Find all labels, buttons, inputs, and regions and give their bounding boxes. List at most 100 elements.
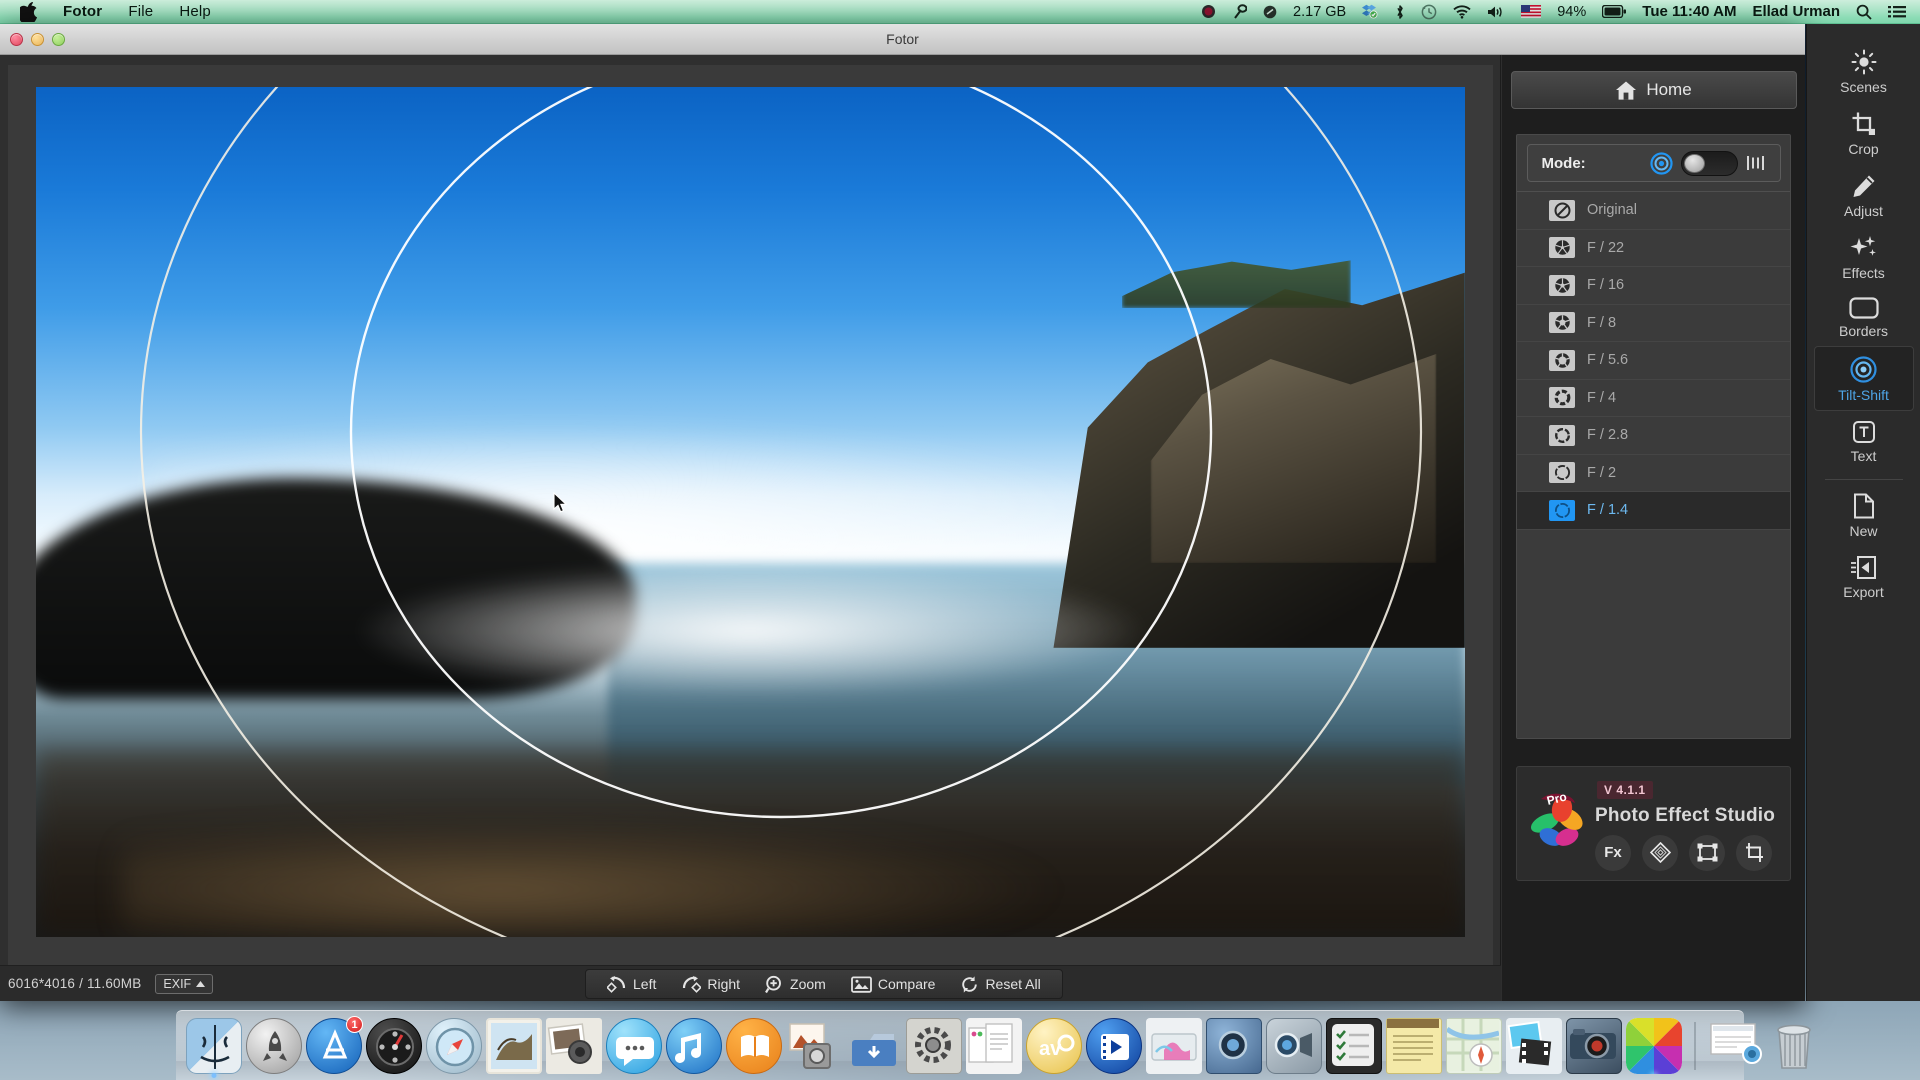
dock-item-pages[interactable]	[966, 1018, 1022, 1074]
rotate-left-button[interactable]: Left	[596, 972, 667, 996]
tool-tilt-shift[interactable]: Tilt-Shift	[1813, 346, 1914, 411]
time-machine-icon[interactable]	[1421, 4, 1437, 20]
mode-box: Mode:	[1526, 144, 1781, 182]
notification-center-icon[interactable]	[1888, 5, 1906, 19]
dock: 1 av	[176, 1010, 1811, 1080]
rotate-right-button[interactable]: Right	[670, 972, 751, 996]
window-titlebar[interactable]: Fotor	[0, 24, 1805, 55]
dock-item-photo-booth[interactable]	[1206, 1018, 1262, 1074]
tool-adjust[interactable]: Adjust	[1814, 164, 1914, 226]
export-icon	[1851, 556, 1876, 579]
dock-item-notes[interactable]	[1386, 1018, 1442, 1074]
tool-label: Crop	[1848, 141, 1879, 157]
tool-text[interactable]: Text	[1814, 411, 1914, 471]
record-dot-icon[interactable]	[1201, 4, 1216, 19]
aperture-row-f14[interactable]: F / 1.4	[1517, 492, 1790, 530]
aperture-list-filler	[1517, 529, 1790, 738]
caret-up-icon	[196, 980, 206, 987]
menu-bar: Fotor File Help 2.17 GB 94% Tue 11:40 AM…	[0, 0, 1920, 24]
sun-scenes-icon	[1851, 49, 1876, 75]
apple-icon[interactable]	[20, 1, 37, 22]
aperture-row-f28[interactable]: F / 2.8	[1517, 417, 1790, 455]
dock-item-system-preferences[interactable]	[906, 1018, 962, 1074]
aperture-row-original[interactable]: Original	[1517, 192, 1790, 230]
aperture-row-f56[interactable]: F / 5.6	[1517, 342, 1790, 380]
tool-borders[interactable]: Borders	[1814, 288, 1914, 346]
linear-tiltshift-icon[interactable]	[1746, 153, 1766, 173]
aperture-row-f22[interactable]: F / 22	[1517, 229, 1790, 267]
tool-effects[interactable]: Effects	[1814, 226, 1914, 288]
dropbox-icon[interactable]	[1362, 4, 1379, 19]
frame-button[interactable]	[1689, 834, 1725, 871]
aperture-row-f8[interactable]: F / 8	[1517, 304, 1790, 342]
dock-item-maps[interactable]	[1445, 1018, 1502, 1074]
user-name-label[interactable]: Ellad Urman	[1752, 3, 1840, 20]
dock-item-safari[interactable]	[426, 1018, 482, 1074]
reset-all-button[interactable]: Reset All	[949, 972, 1051, 997]
compare-label: Compare	[877, 976, 936, 992]
dock-item-dashboard[interactable]	[366, 1018, 422, 1074]
us-flag-icon[interactable]	[1521, 5, 1542, 18]
aperture-4-icon	[1549, 387, 1575, 409]
dock-running-indicator	[211, 1073, 217, 1078]
wifi-icon[interactable]	[1453, 4, 1471, 19]
dock-item-downloads-folder[interactable]	[846, 1018, 902, 1074]
mode-toggle-knob	[1683, 153, 1705, 173]
dock-item-keynote[interactable]	[1146, 1018, 1202, 1074]
home-button[interactable]: Home	[1510, 71, 1797, 109]
photo-effect-studio-promo[interactable]: Pro V 4.1.1 Photo Effect Studio Fx	[1516, 765, 1791, 881]
dock-item-video-player[interactable]	[1086, 1018, 1142, 1074]
aperture-row-f16[interactable]: F / 16	[1517, 267, 1790, 305]
dock-item-ibooks[interactable]	[726, 1018, 782, 1074]
border-icon	[1848, 297, 1879, 319]
dock-item-launchpad[interactable]	[246, 1018, 302, 1074]
dock-item-stacks-documents[interactable]	[1708, 1018, 1764, 1074]
tool-crop[interactable]: Crop	[1814, 102, 1914, 164]
window-title: Fotor	[886, 31, 919, 47]
magic-prefs-icon[interactable]	[1232, 3, 1248, 20]
photo-canvas[interactable]	[36, 87, 1465, 937]
aperture-row-f4[interactable]: F / 4	[1517, 379, 1790, 417]
search-icon[interactable]	[1856, 4, 1872, 20]
dock-item-iphoto[interactable]	[546, 1018, 602, 1074]
compare-button[interactable]: Compare	[840, 973, 947, 996]
aperture-label: F / 2.8	[1587, 427, 1629, 444]
dock-badge: 1	[346, 1016, 363, 1033]
tool-scenes[interactable]: Scenes	[1814, 40, 1914, 102]
zoom-button-toolbar[interactable]: Zoom	[754, 972, 837, 997]
dock-item-app-store[interactable]: 1	[306, 1016, 363, 1074]
menu-file[interactable]: File	[128, 3, 153, 20]
disk-icon[interactable]	[1263, 5, 1277, 19]
menu-help[interactable]: Help	[179, 3, 211, 20]
aperture-label: F / 4	[1587, 389, 1617, 406]
tool-new[interactable]: New	[1814, 484, 1914, 546]
circular-tiltshift-icon[interactable]	[1649, 151, 1673, 175]
tilt-shift-module-panel: Mode: Original F / 22 F / 16 F / 8 F / 5…	[1516, 134, 1791, 739]
battery-icon[interactable]	[1602, 5, 1627, 18]
volume-icon[interactable]	[1487, 5, 1505, 19]
menu-app-name[interactable]: Fotor	[63, 3, 102, 20]
tool-label: New	[1849, 523, 1878, 539]
crop-button-studio[interactable]	[1736, 834, 1772, 871]
dock-item-avc-converter[interactable]: av	[1026, 1018, 1082, 1074]
tool-export[interactable]: Export	[1814, 546, 1914, 607]
clock-label[interactable]: Tue 11:40 AM	[1642, 3, 1736, 20]
dock-item-itunes[interactable]	[666, 1018, 722, 1074]
bluetooth-icon[interactable]	[1395, 4, 1405, 20]
dock-item-facetime[interactable]	[1266, 1018, 1322, 1074]
dock-item-reminders[interactable]	[1326, 1018, 1382, 1074]
dock-item-preview[interactable]	[786, 1018, 842, 1074]
aperture-row-f2[interactable]: F / 2	[1517, 454, 1790, 492]
dock-item-mail[interactable]	[486, 1018, 542, 1074]
exif-button[interactable]: EXIF	[155, 973, 214, 994]
dock-item-finder[interactable]	[186, 1018, 242, 1078]
dock-item-fotor[interactable]	[1626, 1018, 1682, 1074]
texture-button[interactable]	[1642, 834, 1678, 871]
dock-item-imovie[interactable]	[1506, 1018, 1562, 1074]
dock-item-messages[interactable]	[606, 1018, 662, 1074]
fx-button[interactable]: Fx	[1595, 834, 1631, 871]
mode-bar: Mode:	[1517, 135, 1790, 191]
dock-item-camera-app[interactable]	[1566, 1018, 1622, 1074]
mode-toggle[interactable]	[1680, 150, 1738, 176]
dock-item-trash[interactable]	[1768, 1018, 1824, 1074]
